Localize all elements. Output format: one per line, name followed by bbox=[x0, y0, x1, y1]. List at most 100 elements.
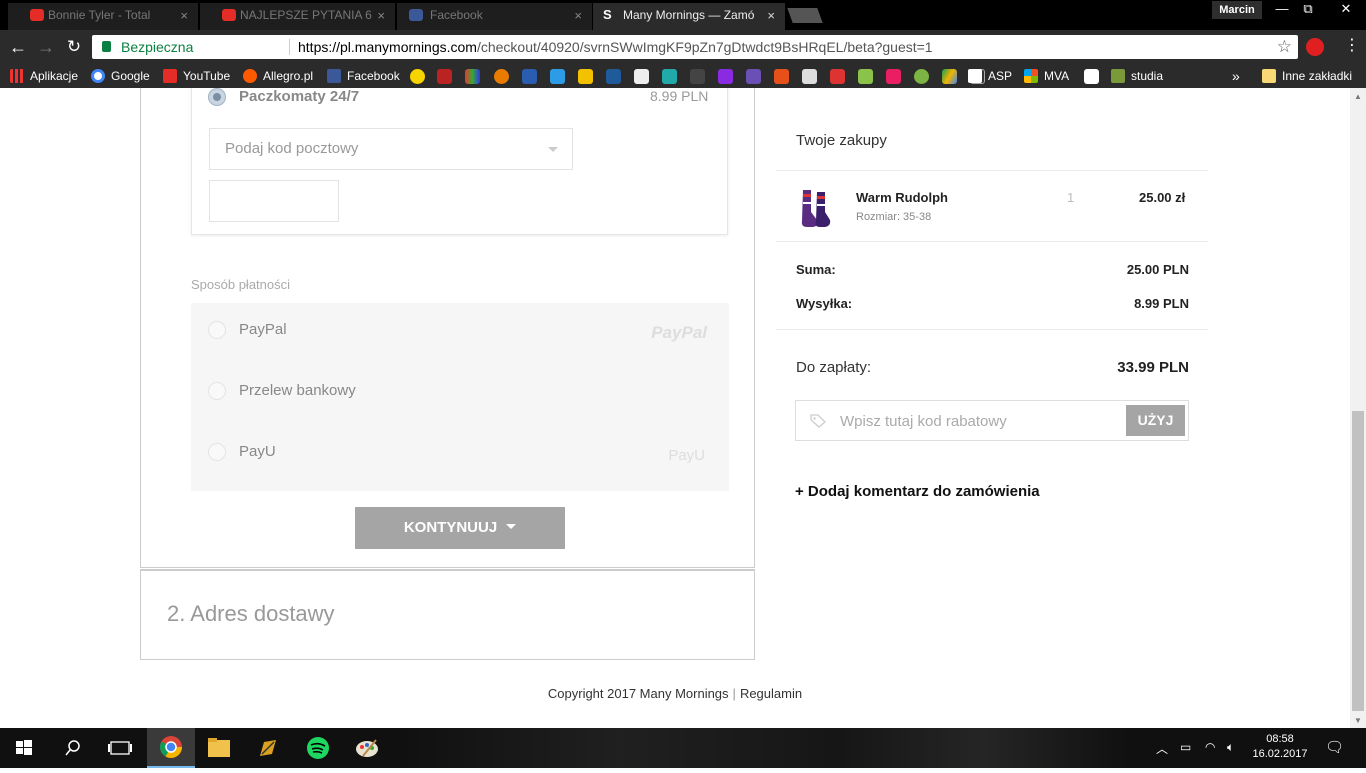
tab-najlepsze-pytania[interactable]: NAJLEPSZE PYTANIA 6 × bbox=[200, 3, 395, 30]
postcode-select[interactable]: Podaj kod pocztowy bbox=[209, 128, 573, 170]
bookmark-icon[interactable] bbox=[914, 69, 929, 84]
bookmark-icon[interactable] bbox=[662, 69, 677, 84]
minimize-button[interactable]: — bbox=[1268, 0, 1296, 18]
continue-button[interactable]: KONTYNUUJ bbox=[355, 507, 565, 549]
scrollbar-thumb[interactable] bbox=[1352, 411, 1364, 711]
bookmark-label: ASP bbox=[988, 69, 1013, 83]
bookmark-icon[interactable] bbox=[690, 69, 705, 84]
bookmark-icon[interactable] bbox=[522, 69, 537, 84]
taskbar-chrome[interactable] bbox=[147, 728, 195, 768]
bookmark-facebook[interactable]: Facebook bbox=[327, 68, 400, 84]
paczkomat-code-field[interactable] bbox=[209, 180, 339, 222]
menu-icon[interactable]: ⋮ bbox=[1344, 36, 1360, 56]
bookmark-apps[interactable]: Aplikacje bbox=[10, 68, 78, 84]
page-icon[interactable] bbox=[1084, 69, 1099, 84]
youtube-icon bbox=[30, 9, 44, 21]
windows-icon bbox=[16, 740, 32, 755]
divider bbox=[289, 39, 290, 55]
product-name: Warm Rudolph bbox=[856, 190, 948, 205]
bookmark-icon[interactable] bbox=[746, 69, 761, 84]
payment-radio[interactable] bbox=[208, 321, 226, 339]
bookmark-mva[interactable]: MVA bbox=[1024, 68, 1069, 84]
other-bookmarks[interactable]: Inne zakładki bbox=[1262, 68, 1352, 84]
back-icon[interactable]: ← bbox=[7, 36, 29, 58]
bookmark-icon[interactable] bbox=[858, 69, 873, 84]
smiley-icon[interactable] bbox=[410, 69, 425, 84]
step-title: 2. Adres dostawy bbox=[167, 601, 335, 627]
terms-link[interactable]: Regulamin bbox=[740, 686, 802, 701]
payment-label: PayPal bbox=[239, 321, 287, 338]
bookmark-icon[interactable] bbox=[802, 69, 817, 84]
bookmark-icon[interactable] bbox=[606, 69, 621, 84]
bookmark-star-icon[interactable]: ☆ bbox=[1277, 35, 1292, 59]
extension-icon[interactable] bbox=[1306, 38, 1324, 56]
close-tab-icon[interactable]: × bbox=[574, 3, 582, 28]
restore-button[interactable]: ⧉ bbox=[1294, 0, 1322, 18]
bookmark-icon[interactable] bbox=[550, 69, 565, 84]
tab-facebook[interactable]: Facebook × bbox=[397, 3, 592, 30]
wifi-icon[interactable]: ◠ bbox=[1205, 740, 1215, 754]
drive-icon[interactable] bbox=[942, 69, 957, 84]
reload-icon[interactable]: ↻ bbox=[63, 36, 85, 58]
close-window-button[interactable]: ✕ bbox=[1326, 0, 1366, 18]
taskbar-spotify[interactable] bbox=[294, 728, 342, 768]
volume-icon[interactable]: 🔈︎ bbox=[1227, 740, 1234, 755]
clock-date: 16.02.2017 bbox=[1252, 748, 1308, 760]
product-thumbnail bbox=[801, 190, 831, 227]
search-icon bbox=[65, 740, 80, 756]
windows-taskbar: ︿ ▭ ◠ 🔈︎ 08:58 16.02.2017 🗨︎ bbox=[0, 728, 1366, 768]
delivery-address-step[interactable]: 2. Adres dostawy bbox=[140, 569, 755, 660]
payment-option-bank-transfer[interactable]: Przelew bankowy bbox=[191, 364, 729, 425]
task-view-button[interactable] bbox=[96, 728, 144, 768]
bookmark-icon[interactable] bbox=[634, 69, 649, 84]
payment-label: Przelew bankowy bbox=[239, 382, 356, 399]
bookmark-icon[interactable] bbox=[774, 69, 789, 84]
bookmark-icon[interactable] bbox=[830, 69, 845, 84]
forward-icon[interactable]: → bbox=[35, 36, 57, 58]
close-tab-icon[interactable]: × bbox=[180, 3, 188, 28]
show-hidden-icons[interactable]: ︿ bbox=[1156, 740, 1168, 757]
address-bar[interactable]: Bezpieczna https://pl.manymornings.com/c… bbox=[92, 35, 1298, 59]
bookmark-icon[interactable] bbox=[494, 69, 509, 84]
shipping-radio-selected[interactable] bbox=[208, 88, 226, 106]
chrome-icon bbox=[160, 736, 182, 758]
bookmark-youtube[interactable]: YouTube bbox=[163, 68, 230, 84]
start-button[interactable] bbox=[0, 728, 48, 768]
payment-radio[interactable] bbox=[208, 443, 226, 461]
scroll-down-icon[interactable]: ▼ bbox=[1354, 716, 1362, 725]
payment-option-paypal[interactable]: PayPal PayPal bbox=[191, 303, 729, 364]
bookmark-icon[interactable] bbox=[437, 69, 452, 84]
bookmarks-overflow[interactable]: » bbox=[1232, 68, 1240, 84]
taskbar-paint[interactable] bbox=[343, 728, 391, 768]
bookmark-icon[interactable] bbox=[578, 69, 593, 84]
apply-coupon-button[interactable]: UŻYJ bbox=[1126, 405, 1185, 436]
tag-icon bbox=[810, 414, 826, 428]
add-comment-link[interactable]: + Dodaj komentarz do zamówienia bbox=[795, 483, 1040, 500]
taskbar-file-explorer[interactable] bbox=[195, 728, 243, 768]
battery-icon[interactable]: ▭ bbox=[1180, 740, 1191, 754]
payment-radio[interactable] bbox=[208, 382, 226, 400]
tab-strip: Bonnie Tyler - Total × NAJLEPSZE PYTANIA… bbox=[0, 0, 1366, 30]
taskbar-app[interactable] bbox=[244, 728, 292, 768]
bookmark-asp[interactable]: ASP bbox=[968, 68, 1012, 84]
new-tab-button[interactable] bbox=[787, 8, 823, 23]
scroll-up-icon[interactable]: ▲ bbox=[1354, 92, 1362, 101]
system-clock[interactable]: 08:58 16.02.2017 bbox=[1250, 732, 1310, 762]
bookmark-studia[interactable]: studia bbox=[1111, 68, 1163, 84]
bookmark-icon[interactable] bbox=[886, 69, 901, 84]
profile-button[interactable]: Marcin bbox=[1212, 1, 1262, 19]
bookmark-label: Aplikacje bbox=[30, 69, 79, 83]
tab-many-mornings[interactable]: S Many Mornings — Zamó × bbox=[593, 3, 785, 30]
payment-option-payu[interactable]: PayU PayU bbox=[191, 425, 729, 486]
coupon-field[interactable]: Wpisz tutaj kod rabatowy UŻYJ bbox=[795, 400, 1189, 441]
tab-bonnie-tyler[interactable]: Bonnie Tyler - Total × bbox=[8, 3, 198, 30]
bookmark-allegro[interactable]: Allegro.pl bbox=[243, 68, 313, 84]
bookmark-google[interactable]: Google bbox=[91, 68, 150, 84]
page-scrollbar[interactable]: ▲ ▼ bbox=[1350, 88, 1366, 728]
bookmark-icon[interactable] bbox=[718, 69, 733, 84]
search-button[interactable] bbox=[48, 728, 96, 768]
close-tab-icon[interactable]: × bbox=[377, 3, 385, 28]
notifications-icon[interactable]: 🗨︎ bbox=[1325, 738, 1344, 756]
close-tab-icon[interactable]: × bbox=[767, 3, 775, 28]
bookmark-icon[interactable] bbox=[465, 69, 480, 84]
